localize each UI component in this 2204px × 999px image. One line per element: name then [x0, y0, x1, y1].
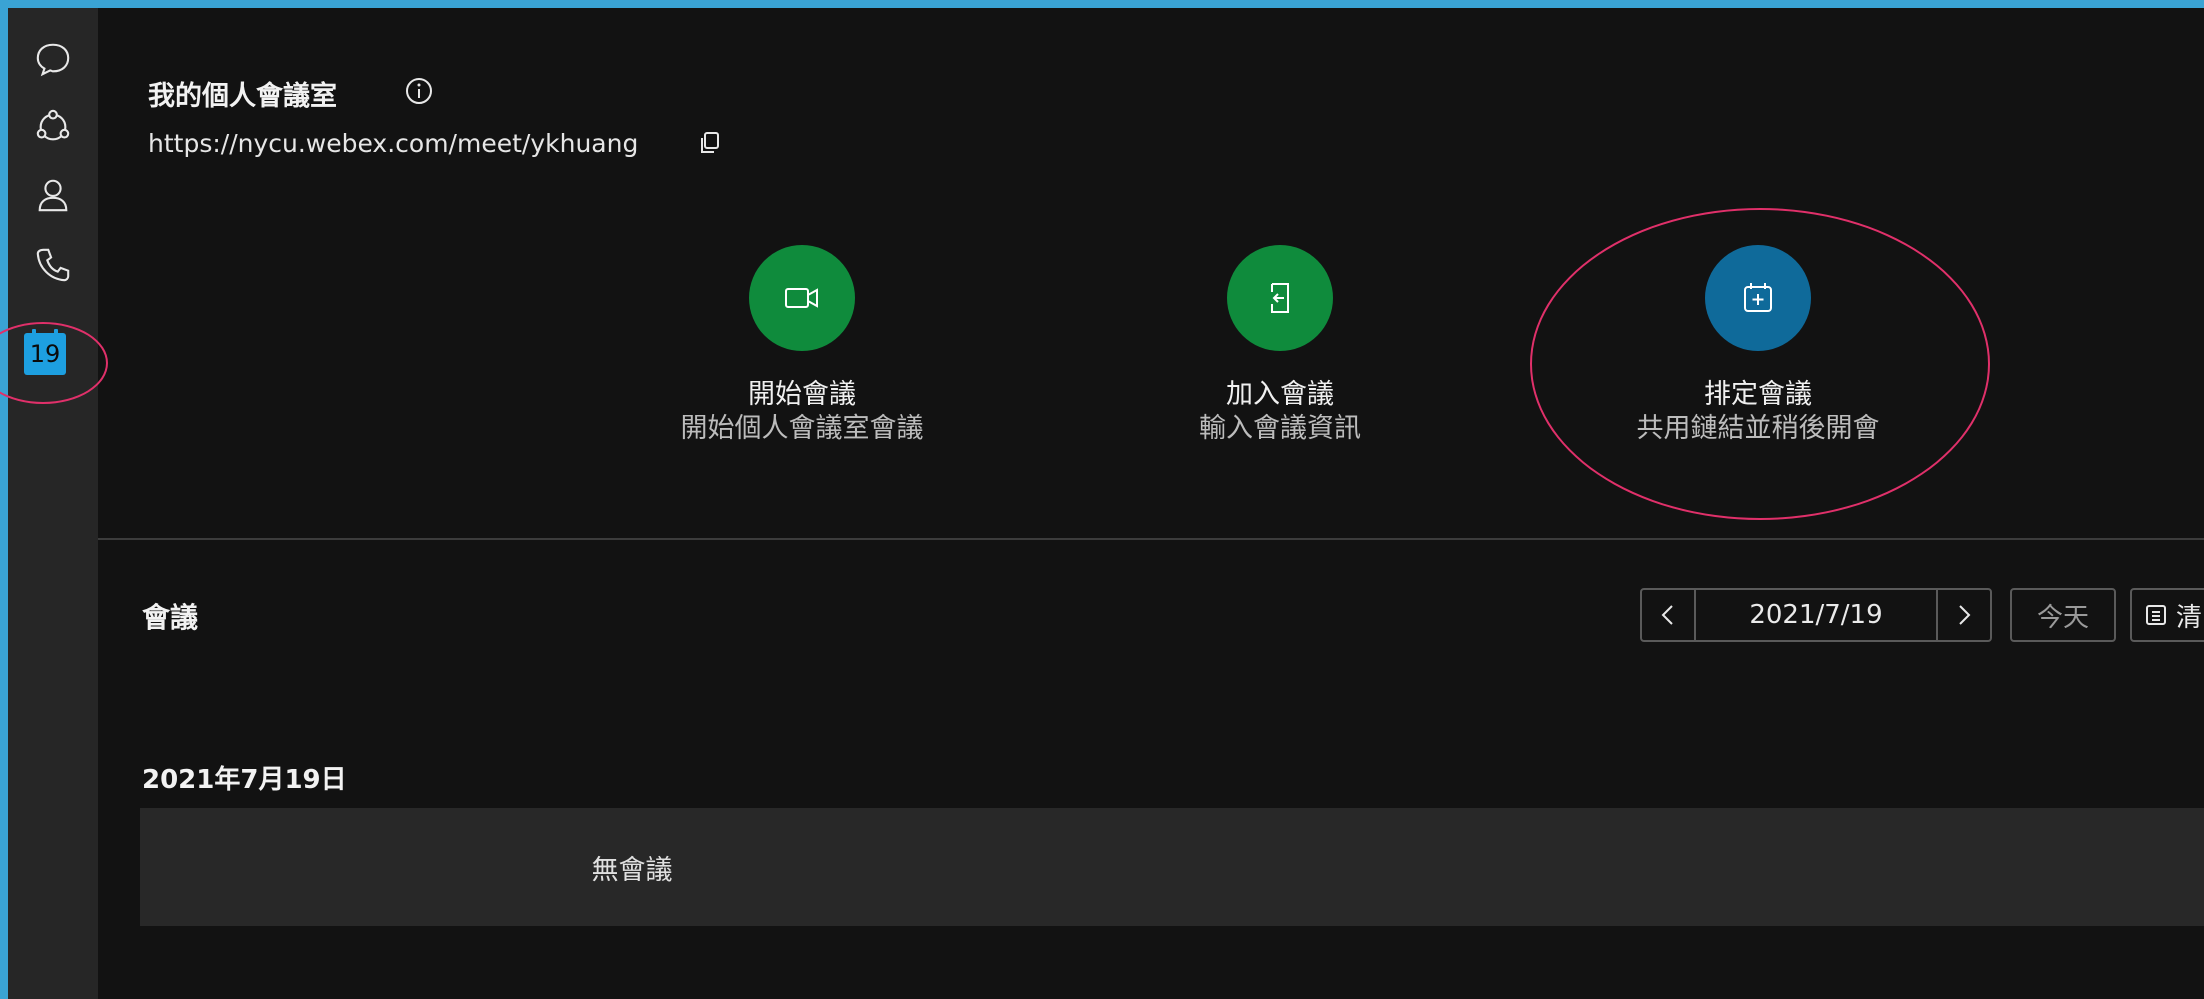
previous-day-button[interactable] — [1642, 590, 1694, 640]
contacts-icon[interactable] — [30, 172, 76, 218]
join-meeting-button[interactable]: 加入會議 輸入會議資訊 — [1100, 245, 1460, 446]
start-meeting-icon-circle — [749, 245, 855, 351]
copy-icon[interactable] — [698, 130, 724, 156]
join-meeting-label: 加入會議 — [1226, 379, 1334, 410]
schedule-meeting-icon-circle — [1705, 245, 1811, 351]
date-navigator: 2021/7/19 — [1640, 588, 1992, 642]
date-heading: 2021年7月19日 — [142, 765, 347, 795]
list-view-icon — [2146, 605, 2166, 625]
date-picker-field[interactable]: 2021/7/19 — [1694, 590, 1938, 640]
join-door-icon — [1271, 283, 1289, 313]
schedule-meeting-label: 排定會議 — [1704, 379, 1812, 410]
list-view-button[interactable]: 清 — [2130, 588, 2204, 642]
sidebar: 19 — [8, 8, 98, 999]
video-camera-icon — [785, 288, 818, 308]
start-meeting-button[interactable]: 開始會議 開始個人會議室會議 — [622, 245, 982, 446]
phone-icon[interactable] — [30, 242, 76, 288]
webex-window: 19 我的個人會議室 https://nycu.webex.com/meet/y… — [0, 8, 2204, 999]
chevron-right-icon — [1959, 605, 1971, 625]
chevron-left-icon — [1661, 605, 1673, 625]
personal-room-url[interactable]: https://nycu.webex.com/meet/ykhuang — [148, 129, 638, 158]
meetings-section-title: 會議 — [142, 601, 199, 634]
no-meetings-text: 無會議 — [591, 854, 673, 886]
personal-room-title: 我的個人會議室 — [148, 81, 337, 112]
next-day-button[interactable] — [1938, 590, 1990, 640]
start-meeting-subtitle: 開始個人會議室會議 — [680, 413, 924, 444]
calendar-add-icon — [1744, 283, 1772, 312]
schedule-meeting-button[interactable]: 排定會議 共用鏈結並稍後開會 — [1578, 245, 1938, 446]
start-meeting-label: 開始會議 — [748, 379, 856, 410]
chat-bubble-icon[interactable] — [30, 36, 76, 82]
schedule-meeting-subtitle: 共用鏈結並稍後開會 — [1636, 413, 1880, 444]
info-icon[interactable] — [404, 76, 434, 106]
join-meeting-subtitle: 輸入會議資訊 — [1199, 413, 1361, 444]
today-button[interactable]: 今天 — [2010, 588, 2116, 642]
calendar-icon[interactable]: 19 — [24, 329, 66, 375]
meeting-list-empty: 無會議 — [140, 808, 2204, 926]
teams-icon[interactable] — [30, 104, 76, 150]
section-divider — [98, 538, 2204, 540]
list-view-label: 清 — [2176, 602, 2203, 633]
join-meeting-icon-circle — [1227, 245, 1333, 351]
